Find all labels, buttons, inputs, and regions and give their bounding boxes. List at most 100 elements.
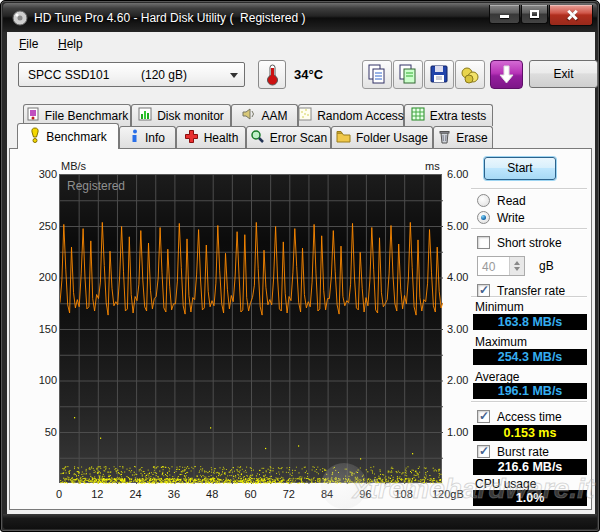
drive-size: (120 gB) <box>141 68 187 82</box>
tab-info[interactable]: Info <box>119 126 176 148</box>
tab-erase[interactable]: Erase <box>433 126 493 148</box>
svg-text:Registered: Registered <box>67 179 125 193</box>
maximum-label: Maximum <box>475 335 527 349</box>
short-stroke-checkbox[interactable] <box>477 236 490 249</box>
x-tick: 24 <box>116 488 156 500</box>
tab-aam[interactable]: AAM <box>231 104 298 126</box>
menu-file[interactable]: File <box>19 37 38 51</box>
x-tick: 48 <box>192 488 232 500</box>
health-icon <box>184 129 199 147</box>
burst-rate-label: Burst rate <box>497 445 549 459</box>
y-left-tick: 100 <box>23 374 57 386</box>
access-time-value: 0.153 ms <box>473 425 587 441</box>
options-icon <box>456 61 484 88</box>
benchmark-chart: Registered <box>59 174 442 483</box>
close-button[interactable] <box>549 5 593 26</box>
folder-icon <box>336 130 351 146</box>
tab-random-access[interactable]: Random Access <box>298 104 404 126</box>
maximize-icon <box>530 10 539 18</box>
save-icon <box>425 61 453 88</box>
client-area: File Help SPCC SSD101 (120 gB) 34°C <box>7 32 595 516</box>
menu-help[interactable]: Help <box>58 37 83 51</box>
separator <box>471 228 587 230</box>
short-stroke-value: 40 <box>482 260 495 274</box>
site-watermark: xtremehardware.it <box>353 473 594 505</box>
minimum-label: Minimum <box>475 300 524 314</box>
short-stroke-spinner[interactable]: 40 <box>477 256 525 276</box>
copy-button[interactable] <box>362 60 392 89</box>
temperature-value: 34°C <box>294 67 323 82</box>
write-radio[interactable] <box>477 211 490 224</box>
y-right-tick: 6.00 <box>447 168 468 180</box>
y-right-axis-label: ms <box>425 160 445 172</box>
x-tick: 12 <box>77 488 117 500</box>
separator <box>471 401 587 403</box>
benchmark-icon <box>29 127 41 146</box>
read-label: Read <box>497 194 526 208</box>
chart-canvas: Registered <box>60 175 443 484</box>
app-icon <box>12 10 28 26</box>
short-stroke-label: Short stroke <box>497 236 562 250</box>
title-bar: HD Tune Pro 4.60 - Hard Disk Utility ( R… <box>3 3 597 32</box>
minimum-value: 163.8 MB/s <box>473 314 587 330</box>
y-left-tick: 50 <box>23 426 57 438</box>
tab-strip: File BenchmarkDisk monitorAAMRandom Acce… <box>7 99 595 149</box>
y-left-tick: 300 <box>23 168 57 180</box>
y-right-tick: 4.00 <box>447 271 468 283</box>
tab-health[interactable]: Health <box>176 126 246 148</box>
read-radio[interactable] <box>477 194 490 207</box>
copy-screenshot-icon <box>394 61 422 88</box>
burst-rate-checkbox[interactable] <box>477 445 490 458</box>
info-icon <box>130 129 140 147</box>
tab-disk-monitor[interactable]: Disk monitor <box>131 104 231 126</box>
app-window: HD Tune Pro 4.60 - Hard Disk Utility ( R… <box>0 0 600 532</box>
window-bottom-frame <box>3 514 597 529</box>
y-right-tick: 2.00 <box>447 374 468 386</box>
y-right-tick: 3.00 <box>447 323 468 335</box>
download-arrow-icon <box>491 61 522 88</box>
download-button[interactable] <box>490 60 523 89</box>
random-access-icon <box>298 107 312 124</box>
menu-bar: File Help <box>7 32 595 57</box>
average-label: Average <box>475 370 519 384</box>
save-button[interactable] <box>424 60 454 89</box>
tab-error-scan[interactable]: Error Scan <box>246 126 331 148</box>
extra-tests-icon <box>411 107 425 124</box>
tab-benchmark[interactable]: Benchmark <box>17 123 119 149</box>
x-tick: 60 <box>231 488 271 500</box>
copy-icon <box>363 61 391 88</box>
thermometer-icon <box>259 61 285 88</box>
y-left-tick: 200 <box>23 271 57 283</box>
drive-select[interactable]: SPCC SSD101 (120 gB) <box>18 62 245 87</box>
options-button[interactable] <box>455 60 485 89</box>
y-left-tick: 250 <box>23 220 57 232</box>
error-scan-icon <box>250 129 265 147</box>
y-right-tick: 1.00 <box>447 426 468 438</box>
maximum-value: 254.3 MB/s <box>473 349 587 365</box>
tab-folder-usage[interactable]: Folder Usage <box>331 126 433 148</box>
access-time-label: Access time <box>497 410 562 424</box>
average-value: 196.1 MB/s <box>473 383 587 399</box>
close-icon <box>567 10 577 20</box>
x-tick: 0 <box>39 488 79 500</box>
copy-screenshot-button[interactable] <box>393 60 423 89</box>
exit-button[interactable]: Exit <box>529 60 598 88</box>
watermark-logo <box>321 463 367 509</box>
x-tick: 72 <box>269 488 309 500</box>
y-left-axis-label: MB/s <box>61 160 86 172</box>
erase-icon <box>438 129 451 147</box>
spinner-arrows-icon[interactable] <box>509 257 524 275</box>
speaker-icon <box>241 107 256 124</box>
tab-extra-tests[interactable]: Extra tests <box>404 104 493 126</box>
minimize-icon <box>500 15 509 18</box>
y-left-tick: 150 <box>23 323 57 335</box>
maximize-button[interactable] <box>521 5 548 24</box>
write-label: Write <box>497 211 525 225</box>
transfer-rate-checkbox[interactable] <box>477 284 490 297</box>
start-button[interactable]: Start <box>484 157 556 180</box>
minimize-button[interactable] <box>489 5 520 24</box>
temperature-button[interactable] <box>258 60 286 89</box>
short-stroke-unit: gB <box>539 259 554 273</box>
x-tick: 36 <box>154 488 194 500</box>
access-time-checkbox[interactable] <box>477 410 490 423</box>
